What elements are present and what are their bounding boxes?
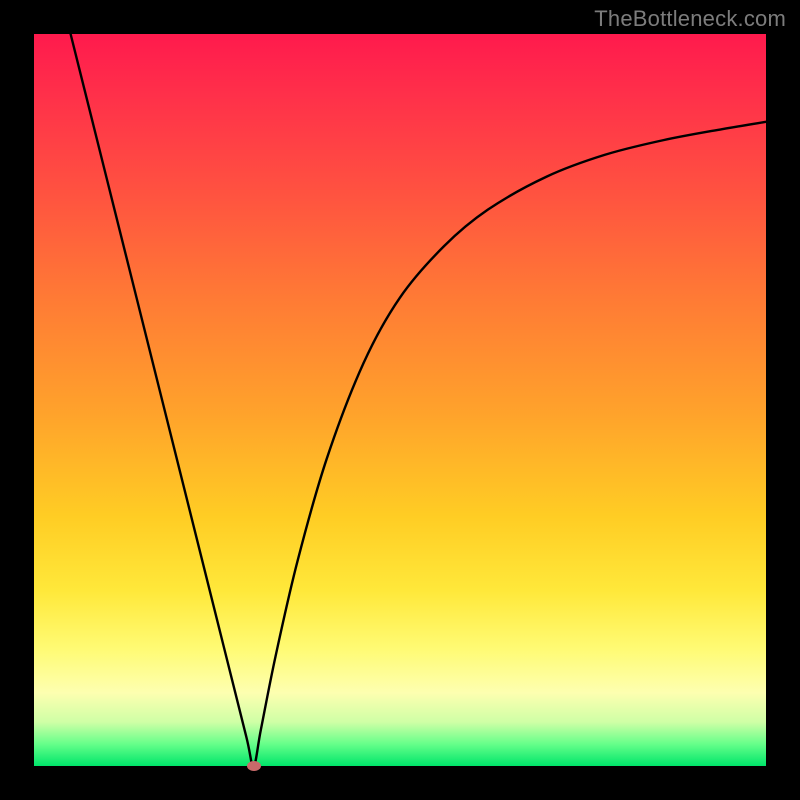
bottleneck-curve <box>71 34 766 766</box>
minimum-marker <box>247 761 261 771</box>
chart-frame: TheBottleneck.com <box>0 0 800 800</box>
watermark-text: TheBottleneck.com <box>594 6 786 32</box>
plot-area <box>34 34 766 766</box>
curve-svg <box>34 34 766 766</box>
